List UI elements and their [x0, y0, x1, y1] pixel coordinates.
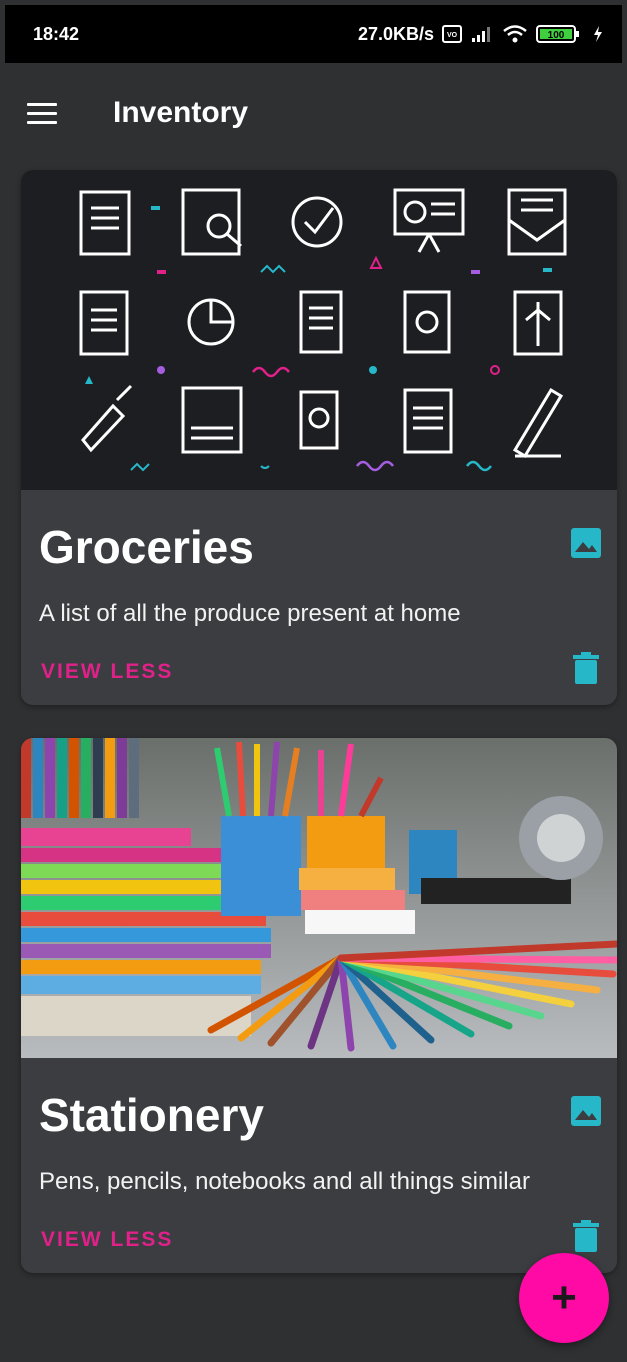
card-title: Stationery — [39, 1089, 264, 1141]
card-image-stationery — [21, 738, 617, 1058]
view-less-button[interactable]: VIEW LESS — [41, 660, 173, 684]
menu-icon[interactable] — [27, 91, 71, 135]
delete-icon[interactable] — [573, 652, 599, 684]
plus-icon: + — [551, 1273, 577, 1322]
card-title: Groceries — [39, 521, 254, 573]
card-stationery[interactable]: Stationery Pens, pencils, notebooks and … — [21, 738, 617, 1273]
svg-text:VO: VO — [447, 32, 458, 39]
battery-icon: 100 — [536, 24, 584, 44]
wifi-icon — [502, 24, 528, 44]
net-speed: 27.0KB/s — [357, 23, 434, 44]
svg-text:100: 100 — [548, 30, 565, 41]
card-description: Pens, pencils, notebooks and all things … — [39, 1168, 530, 1195]
app-screen: 18:42 27.0KB/s VO 100 Inventory Grocerie… — [5, 5, 622, 1357]
delete-icon[interactable] — [573, 1220, 599, 1252]
card-description: A list of all the produce present at hom… — [39, 600, 461, 627]
volte-icon: VO — [442, 25, 462, 43]
signal-icon — [470, 25, 494, 43]
status-icons: 27.0KB/s VO 100 — [358, 24, 604, 45]
card-groceries[interactable]: Groceries A list of all the produce pres… — [21, 170, 617, 705]
image-icon[interactable] — [571, 528, 601, 558]
charging-icon — [592, 25, 604, 43]
view-less-button[interactable]: VIEW LESS — [41, 1228, 173, 1252]
page-title: Inventory — [113, 96, 249, 129]
app-bar: Inventory — [5, 63, 622, 163]
card-image-groceries — [21, 170, 617, 490]
status-bar: 18:42 27.0KB/s VO 100 — [5, 5, 622, 63]
status-time: 18:42 — [33, 23, 80, 44]
add-item-button[interactable]: + — [519, 1253, 609, 1343]
image-icon[interactable] — [571, 1096, 601, 1126]
